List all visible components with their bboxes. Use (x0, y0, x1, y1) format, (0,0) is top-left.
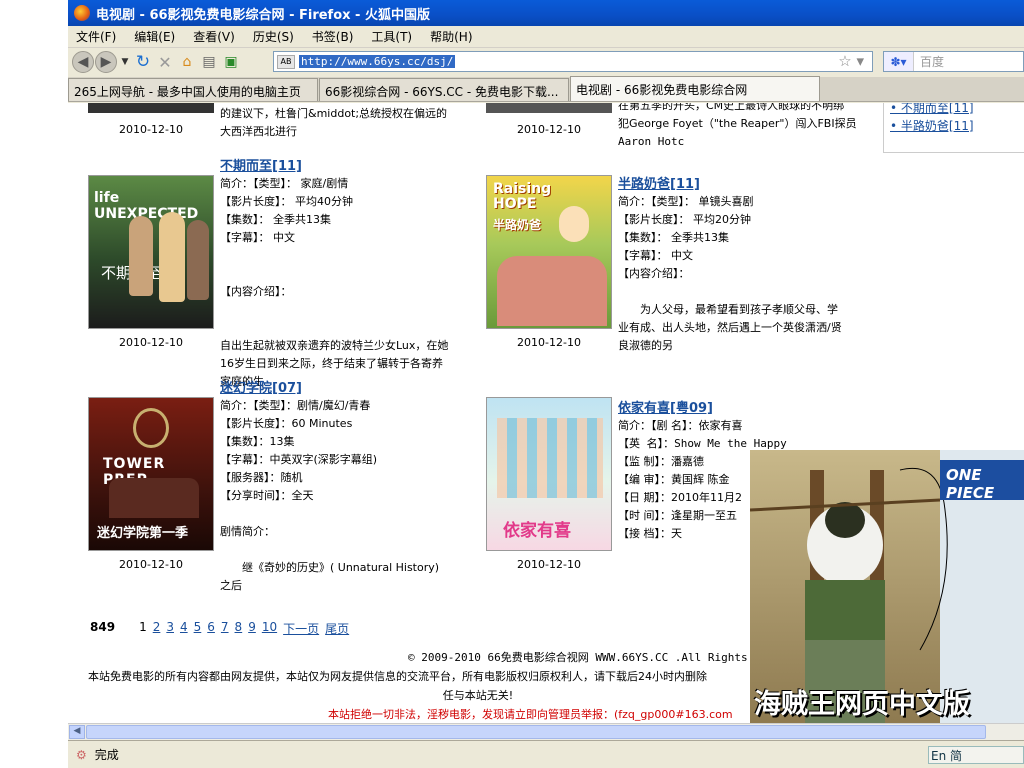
prev-date-right: 2010-12-10 (517, 123, 581, 136)
bookmark-star-icon[interactable]: ☆ ▾ (838, 52, 864, 70)
prev-date-left: 2010-12-10 (119, 123, 183, 136)
poster-raising-hope[interactable]: Raising HOPE 半路奶爸 (486, 175, 612, 329)
poster-show-me-the-happy[interactable]: 依家有喜 (486, 397, 612, 551)
current-page: 1 (139, 620, 147, 634)
tab-tv-series[interactable]: 电视剧 - 66影视免费电影综合网 (570, 76, 820, 101)
title-bar: 电视剧 - 66影视免费电影综合网 - Firefox - 火狐中国版 (68, 0, 1024, 26)
one-piece-logo: ONE PIECE (946, 466, 995, 502)
print-icon[interactable]: ▤ (198, 51, 220, 73)
page-link[interactable]: 6 (207, 620, 215, 637)
history-dropdown-icon[interactable]: ▼ (118, 51, 132, 73)
page-link[interactable]: 8 (235, 620, 243, 637)
baidu-paw-icon[interactable]: ✽▾ (884, 52, 914, 71)
search-box[interactable]: ✽▾ 百度 (883, 51, 1024, 72)
forward-button[interactable]: ▶ (95, 51, 117, 73)
menu-file[interactable]: 文件(F) (76, 28, 116, 45)
ime-indicator[interactable]: En 简 (928, 746, 1024, 764)
url-text[interactable]: http://www.66ys.cc/dsj/ (299, 55, 456, 68)
horizontal-scrollbar[interactable]: ◀ (68, 723, 1024, 740)
scroll-thumb[interactable] (86, 725, 986, 739)
tab-strip: 265上网导航 - 最多中国人使用的电脑主页 66影视综合网 - 66YS.CC… (68, 76, 1024, 102)
firefox-icon (74, 5, 90, 21)
entry-date: 2010-12-10 (517, 558, 581, 571)
home-icon[interactable]: ⌂ (176, 51, 198, 73)
prev-poster-left[interactable] (88, 103, 214, 113)
menu-bookmarks[interactable]: 书签(B) (312, 28, 354, 45)
stop-icon[interactable]: ✕ (154, 51, 176, 73)
entry-summary: 简介：【类型】： 单镜头喜剧 【影片长度】： 平均20分钟 【集数】： 全季共13集… (618, 195, 842, 352)
entry-date: 2010-12-10 (517, 336, 581, 349)
tab-265[interactable]: 265上网导航 - 最多中国人使用的电脑主页 (68, 78, 318, 101)
page-link[interactable]: 2 (153, 620, 161, 637)
page-link[interactable]: 10 (262, 620, 277, 637)
menu-help[interactable]: 帮助(H) (430, 28, 472, 45)
sidebar-link[interactable]: • 不期而至[11] (884, 103, 1024, 117)
entry-date: 2010-12-10 (119, 336, 183, 349)
sidebar-link[interactable]: • 半路奶爸[11] (884, 117, 1024, 135)
poster-life-unexpected[interactable]: life UNEXPECTED 不期而至 (88, 175, 214, 329)
site-favicon: AB (277, 54, 295, 69)
screenshot-icon[interactable]: ▣ (220, 51, 242, 73)
entry-summary: 简介：【类型】：剧情/魔幻/青春 【影片长度】：60 Minutes 【集数】：13… (220, 399, 440, 592)
floating-ad[interactable]: ONE PIECE 海贼王网页中文版 (749, 450, 1024, 723)
page-link[interactable]: 7 (221, 620, 229, 637)
total-count: 849 (90, 620, 116, 634)
page-link[interactable]: 9 (248, 620, 256, 637)
poster-tower-prep[interactable]: TOWER PREP 迷幻学院第一季 (88, 397, 214, 551)
prev-poster-right[interactable] (486, 103, 612, 113)
back-button[interactable]: ◀ (72, 51, 94, 73)
page-link[interactable]: 4 (180, 620, 188, 637)
reload-icon[interactable]: ↻ (132, 51, 154, 73)
page-link[interactable]: 5 (194, 620, 202, 637)
menu-view[interactable]: 查看(V) (193, 28, 235, 45)
entry-title-link[interactable]: 迷幻学院[07] (220, 377, 302, 396)
prev-text-left: 的建议下，杜鲁门&middot;总统授权在偏远的 大西洋西北进行 (220, 107, 448, 138)
sidebar-list: • 不期而至[11] • 半路奶爸[11] (883, 103, 1024, 153)
pagination: 849 1 2 3 4 5 6 7 8 9 10 下一页 尾页 (90, 620, 349, 637)
browser-window: 电视剧 - 66影视免费电影综合网 - Firefox - 火狐中国版 文件(F… (68, 0, 1024, 768)
page-link[interactable]: 3 (166, 620, 174, 637)
search-placeholder: 百度 (920, 55, 945, 69)
entry-title-link[interactable]: 不期而至[11] (220, 155, 302, 174)
prev-text-right: 在第五季的开头，CM史上最诗人眼球的不明绑 犯George Foyet（"the… (618, 103, 857, 148)
menu-bar: 文件(F) 编辑(E) 查看(V) 历史(S) 书签(B) 工具(T) 帮助(H… (68, 26, 1024, 48)
navigation-toolbar: ◀ ▶ ▼ ↻ ✕ ⌂ ▤ ▣ AB http://www.66ys.cc/ds… (68, 48, 1024, 76)
window-title: 电视剧 - 66影视免费电影综合网 - Firefox - 火狐中国版 (96, 7, 430, 23)
entry-title-link[interactable]: 依家有喜[粤09] (618, 397, 713, 416)
status-bar: ⚙ 完成 En 简 (68, 740, 1024, 768)
menu-history[interactable]: 历史(S) (253, 28, 294, 45)
menu-edit[interactable]: 编辑(E) (134, 28, 175, 45)
entry-title-link[interactable]: 半路奶爸[11] (618, 173, 700, 192)
menu-tools[interactable]: 工具(T) (371, 28, 412, 45)
page-content: 2010-12-10 的建议下，杜鲁门&middot;总统授权在偏远的 大西洋西… (68, 103, 1024, 723)
url-bar[interactable]: AB http://www.66ys.cc/dsj/ ☆ ▾ (273, 51, 873, 72)
scroll-left-icon[interactable]: ◀ (69, 725, 85, 739)
tab-66ys-home[interactable]: 66影视综合网 - 66YS.CC - 免费电影下载... (319, 78, 569, 101)
addon-icon[interactable]: ⚙ (76, 748, 87, 762)
last-page-link[interactable]: 尾页 (325, 620, 349, 637)
entry-summary: 简介：【类型】： 家庭/剧情 【影片长度】： 平均40分钟 【集数】： 全季共13集… (220, 177, 449, 388)
status-text: 完成 (94, 748, 119, 762)
next-page-link[interactable]: 下一页 (283, 620, 319, 637)
entry-date: 2010-12-10 (119, 558, 183, 571)
ad-caption: 海贼王网页中文版 (754, 689, 970, 720)
